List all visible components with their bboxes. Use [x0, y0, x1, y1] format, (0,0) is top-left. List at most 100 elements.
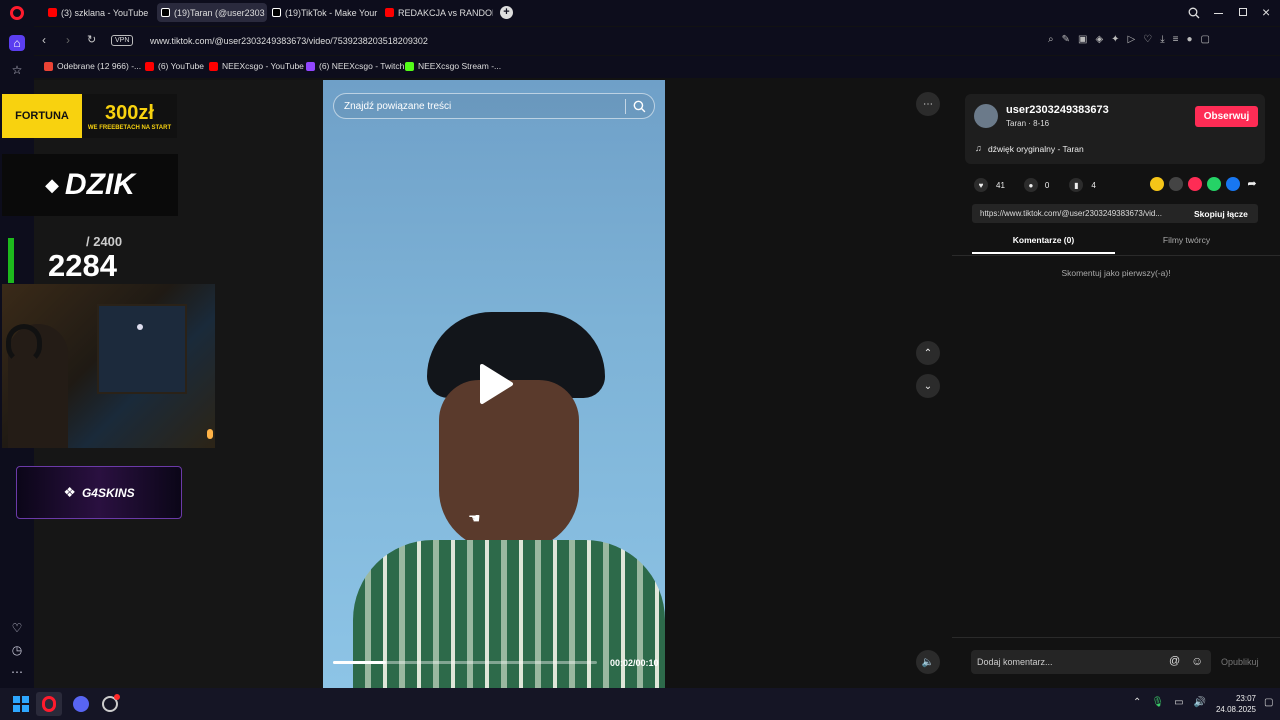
minimize-button[interactable] [1214, 13, 1223, 14]
avatar[interactable] [974, 104, 998, 128]
tab-youtube-szklana[interactable]: (3) szklana - YouTube [44, 3, 156, 22]
video-time: 00:02/00:10 [610, 658, 659, 668]
bookmark-label: (6) NEEXcsgo - Twitch [319, 61, 405, 71]
network-icon[interactable]: ▭ [1174, 697, 1183, 708]
url-field[interactable]: www.tiktok.com/@user2303249383673/video/… [138, 31, 1018, 51]
related-search[interactable]: Znajdź powiązane treści [333, 93, 655, 119]
windows-taskbar: ⌃ 🎙 ▭ 🔊 23:07 24.08.2025 ▢ [0, 688, 1280, 720]
author-card: user2303249383673 Taran · 8-16 Obserwuj … [965, 94, 1265, 164]
person-face [439, 380, 579, 550]
facebook-icon[interactable] [1226, 177, 1240, 191]
goal-current: 2284 [48, 248, 117, 283]
send-friends-icon[interactable] [1188, 177, 1202, 191]
clock-time: 23:07 [1235, 694, 1256, 703]
download-icon[interactable]: ⤓ [1160, 34, 1164, 45]
windows-start-icon[interactable] [13, 696, 29, 712]
bookmarks-bar: Odebrane (12 966) -... (6) YouTube NEEXc… [34, 56, 1280, 78]
microphone-icon[interactable]: 🎙 [1151, 697, 1164, 708]
tab-youtube-redakcja[interactable]: REDAKCJA vs RANDOMB [381, 3, 493, 22]
video-player[interactable]: Znajdź powiązane treści ☚ 00:02/00:10 [323, 80, 665, 688]
home-icon[interactable]: ⌂ [9, 35, 25, 51]
author-username[interactable]: user2303249383673 [1006, 104, 1109, 116]
profile-icon[interactable]: ● [1186, 34, 1192, 45]
discord-icon[interactable] [73, 696, 89, 712]
share-arrow-icon[interactable]: ➦ [1245, 177, 1259, 191]
fortuna-banner: FORTUNA 300zł WE FREEBETACH NA START [2, 94, 177, 138]
tab-tiktok-home[interactable]: (19)TikTok - Make Your Da [268, 3, 380, 22]
cursor-hand-icon: ☚ [468, 510, 481, 526]
whatsapp-icon[interactable] [1207, 177, 1221, 191]
stats-row: ♥ 41 ● 0 ▮ 4 [974, 178, 1096, 192]
zoom-icon[interactable]: ⌕ [1048, 34, 1054, 45]
progress-track[interactable] [333, 661, 597, 664]
opera-logo-icon[interactable] [10, 6, 24, 20]
vpn-badge[interactable]: VPN [111, 35, 134, 46]
clock[interactable]: 23:07 24.08.2025 [1206, 693, 1256, 715]
author-subline: Taran · 8-16 [1006, 119, 1050, 128]
edit-icon[interactable]: ✎ [1062, 34, 1070, 45]
previous-video-button[interactable]: ⌃ [916, 341, 940, 365]
chevron-up-icon[interactable]: ⌃ [1133, 697, 1141, 708]
reload-icon[interactable]: ↻ [87, 33, 96, 46]
progress-fill [333, 661, 386, 664]
comment-count: 0 [1044, 180, 1050, 190]
post-comment-button[interactable]: Opublikuj [1221, 657, 1259, 667]
shield-icon[interactable]: ◈ [1095, 34, 1103, 45]
tab-divider [952, 255, 1280, 256]
comment-icon[interactable]: ● [1023, 178, 1038, 192]
tiktok-page: FORTUNA 300zł WE FREEBETACH NA START ◆ D… [2, 80, 1280, 688]
box-icon[interactable]: ▢ [1201, 34, 1210, 45]
bookmark-neex-twitch[interactable]: (6) NEEXcsgo - Twitch [306, 61, 404, 71]
details-panel: user2303249383673 Taran · 8-16 Obserwuj … [952, 80, 1280, 688]
extension-icon[interactable]: ✦ [1111, 34, 1119, 45]
g4skins-banner: ❖ G4SKINS [16, 466, 182, 519]
coin-share-icon[interactable] [1150, 177, 1164, 191]
volume-button[interactable]: 🔈 [916, 650, 940, 674]
tab-label: (3) szklana - YouTube [61, 7, 149, 18]
camera-icon[interactable]: ▣ [1078, 34, 1087, 45]
heart-icon[interactable]: ♡ [9, 620, 25, 636]
fortuna-logo: FORTUNA [2, 94, 82, 138]
play-icon[interactable]: ▷ [1128, 34, 1136, 45]
next-video-button[interactable]: ⌄ [916, 374, 940, 398]
bookmark-neex-youtube[interactable]: NEEXcsgo - YouTube [209, 61, 304, 71]
opera-taskbar-icon[interactable] [36, 692, 62, 716]
new-tab-button[interactable]: + [500, 6, 513, 19]
share-link[interactable]: https://www.tiktok.com/@user230324938367… [980, 209, 1162, 218]
more-icon[interactable]: ⋯ [9, 664, 25, 680]
heart-icon[interactable]: ♡ [1143, 34, 1152, 45]
comment-input[interactable]: Dodaj komentarz... @ ☺ [971, 650, 1211, 674]
youtube-icon [385, 8, 394, 17]
search-icon[interactable] [633, 100, 646, 113]
tab-tiktok-taran[interactable]: (19)Taran (@user2303 [157, 3, 267, 22]
bookmark-youtube[interactable]: (6) YouTube [145, 61, 204, 71]
restore-button[interactable] [1239, 8, 1247, 16]
bookmark-label: NEEXcsgo - YouTube [222, 61, 304, 71]
menu-icon[interactable]: ≡ [1173, 34, 1179, 45]
like-icon[interactable]: ♥ [974, 178, 988, 192]
mention-icon[interactable]: @ [1169, 655, 1180, 667]
tab-comments[interactable]: Komentarze (0) [972, 235, 1115, 254]
sound-name[interactable]: dźwięk oryginalny - Taran [988, 144, 1084, 154]
clock-date: 24.08.2025 [1215, 705, 1256, 714]
embed-icon[interactable] [1169, 177, 1183, 191]
follow-button[interactable]: Obserwuj [1195, 106, 1258, 127]
toolbar-icons: ⌕ ✎ ▣ ◈ ✦ ▷ ♡ ⤓ ≡ ● ▢ [1048, 34, 1210, 45]
more-options-button[interactable]: ⋯ [916, 92, 940, 116]
volume-icon[interactable]: 🔊 [1194, 697, 1206, 708]
close-button[interactable]: × [1262, 4, 1270, 20]
bookmark-neex-kick[interactable]: NEEXcsgo Stream -... [405, 61, 501, 71]
bookmark-gmail[interactable]: Odebrane (12 966) -... [44, 61, 141, 71]
tab-creator-videos[interactable]: Filmy twórcy [1115, 235, 1258, 254]
copy-link-button[interactable]: Skopiuj łącze [1194, 209, 1248, 219]
bookmark-icon[interactable]: ▮ [1069, 178, 1084, 192]
notifications-icon[interactable]: ▢ [1264, 697, 1273, 708]
history-icon[interactable]: ◷ [9, 642, 25, 658]
back-icon[interactable]: ‹ [42, 33, 46, 47]
play-icon[interactable] [478, 363, 514, 405]
emoji-icon[interactable]: ☺ [1191, 654, 1203, 668]
star-icon[interactable]: ☆ [9, 62, 25, 78]
forward-icon[interactable]: › [66, 33, 70, 47]
gmail-icon [44, 61, 53, 71]
search-tabs-icon[interactable] [1188, 6, 1200, 19]
